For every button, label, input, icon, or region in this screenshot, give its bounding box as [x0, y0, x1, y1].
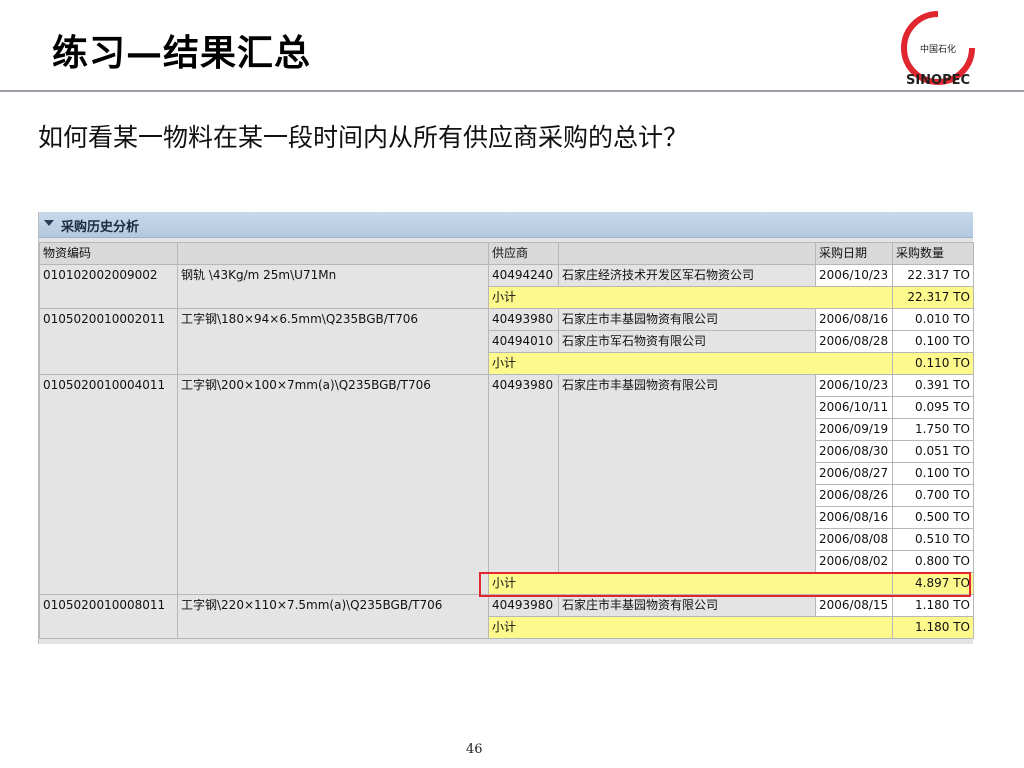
material-code-cell: 010102002009002 [39, 264, 178, 309]
purchase-date-cell: 2006/08/15 [815, 594, 893, 617]
material-code-cell: 0105020010004011 [39, 374, 178, 595]
purchase-qty-cell: 0.510 TO [892, 528, 974, 551]
subtotal-label-cell: 小计 [488, 616, 893, 639]
table-row[interactable]: 0105020010008011 工字钢\220×110×7.5mm(a)\Q23… [39, 594, 974, 639]
question-text: 如何看某一物料在某一段时间内从所有供应商采购的总计？ [38, 123, 689, 152]
table-header-row: 物资编码 供应商 采购日期 采购数量 [39, 242, 974, 265]
subtotal-label-cell: 小计 [488, 352, 893, 375]
purchase-date-cell: 2006/08/28 [815, 330, 893, 353]
purchase-date-cell: 2006/10/23 [815, 264, 893, 287]
col-header-purchase-qty[interactable]: 采购数量 [892, 242, 974, 265]
sinopec-logo-icon: 中国石化 SINOPEC [901, 11, 975, 88]
material-desc-cell: 工字钢\220×110×7.5mm(a)\Q235BGB/T706 [177, 594, 489, 639]
purchase-qty-cell: 0.100 TO [892, 462, 974, 485]
material-desc-cell: 工字钢\180×94×6.5mm\Q235BGB/T706 [177, 308, 489, 375]
purchase-date-cell: 2006/08/27 [815, 462, 893, 485]
panel-header[interactable]: 采购历史分析 [39, 212, 973, 238]
purchase-date-cell: 2006/08/08 [815, 528, 893, 551]
col-header-purchase-date[interactable]: 采购日期 [815, 242, 893, 265]
material-desc-cell: 工字钢\200×100×7mm(a)\Q235BGB/T706 [177, 374, 489, 595]
vendor-name-cell: 石家庄经济技术开发区军石物资公司 [558, 264, 816, 287]
material-code-cell: 0105020010008011 [39, 594, 178, 639]
vendor-id-cell: 40494010 [488, 330, 559, 353]
material-desc-cell: 钢轨 \43Kg/m 25m\U71Mn [177, 264, 489, 309]
title-divider [0, 90, 1024, 92]
purchase-qty-cell: 0.700 TO [892, 484, 974, 507]
purchase-qty-cell: 1.180 TO [892, 594, 974, 617]
purchase-qty-cell: 0.010 TO [892, 308, 974, 331]
subtotal-qty-cell: 0.110 TO [892, 352, 974, 375]
purchase-date-cell: 2006/08/26 [815, 484, 893, 507]
subtotal-qty-cell: 4.897 TO [892, 572, 974, 595]
purchase-qty-cell: 0.800 TO [892, 550, 974, 573]
purchase-history-table: 物资编码 供应商 采购日期 采购数量 010102002009002 钢轨 \43… [39, 242, 974, 639]
purchase-qty-cell: 0.051 TO [892, 440, 974, 463]
subtotal-label-cell: 小计 [488, 572, 893, 595]
material-code-cell: 0105020010002011 [39, 308, 178, 375]
vendor-id-cell: 40493980 [488, 594, 559, 617]
purchase-history-panel: 采购历史分析 物资编码 供应商 采购日期 采购数量 01010200200900… [38, 212, 974, 644]
vendor-id-cell: 40494240 [488, 264, 559, 287]
col-header-vendor-name[interactable] [558, 242, 816, 265]
purchase-date-cell: 2006/10/23 [815, 374, 893, 397]
svg-text:中国石化: 中国石化 [920, 43, 956, 55]
table-row[interactable]: 0105020010002011 工字钢\180×94×6.5mm\Q235BGB… [39, 308, 974, 375]
vendor-name-cell: 石家庄市丰基园物资有限公司 [558, 594, 816, 617]
vendor-name-cell: 石家庄市军石物资有限公司 [558, 330, 816, 353]
purchase-date-cell: 2006/08/02 [815, 550, 893, 573]
vendor-name-cell: 石家庄市丰基园物资有限公司 [558, 308, 816, 331]
subtotal-label-cell: 小计 [488, 286, 893, 309]
svg-text:SINOPEC: SINOPEC [906, 73, 970, 88]
vendor-name-cell: 石家庄市丰基园物资有限公司 [558, 374, 816, 573]
purchase-qty-cell: 0.095 TO [892, 396, 974, 419]
page-number: 46 [466, 742, 483, 757]
purchase-qty-cell: 0.500 TO [892, 506, 974, 529]
purchase-date-cell: 2006/10/11 [815, 396, 893, 419]
col-header-vendor[interactable]: 供应商 [488, 242, 559, 265]
purchase-date-cell: 2006/08/16 [815, 308, 893, 331]
purchase-qty-cell: 22.317 TO [892, 264, 974, 287]
subtotal-qty-cell: 1.180 TO [892, 616, 974, 639]
purchase-date-cell: 2006/08/30 [815, 440, 893, 463]
table-row[interactable]: 010102002009002 钢轨 \43Kg/m 25m\U71Mn 40494… [39, 264, 974, 309]
table-row[interactable]: 0105020010004011 工字钢\200×100×7mm(a)\Q235B… [39, 374, 974, 595]
col-header-material-desc[interactable] [177, 242, 489, 265]
vendor-id-cell: 40493980 [488, 374, 559, 573]
slide-title: 练习—结果汇总 [52, 32, 312, 74]
purchase-qty-cell: 0.100 TO [892, 330, 974, 353]
vendor-id-cell: 40493980 [488, 308, 559, 331]
col-header-material-code[interactable]: 物资编码 [39, 242, 178, 265]
purchase-date-cell: 2006/08/16 [815, 506, 893, 529]
subtotal-qty-cell: 22.317 TO [892, 286, 974, 309]
panel-title: 采购历史分析 [61, 220, 140, 235]
purchase-date-cell: 2006/09/19 [815, 418, 893, 441]
purchase-qty-cell: 0.391 TO [892, 374, 974, 397]
collapse-arrow-icon[interactable] [44, 220, 54, 226]
purchase-qty-cell: 1.750 TO [892, 418, 974, 441]
